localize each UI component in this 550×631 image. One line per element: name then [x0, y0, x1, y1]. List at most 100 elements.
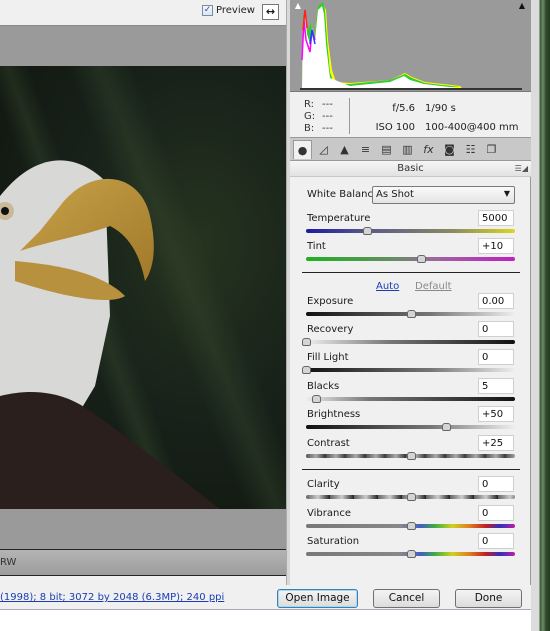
g-label: G:: [304, 111, 316, 122]
temperature-slider[interactable]: [306, 229, 515, 233]
auto-link[interactable]: Auto: [376, 281, 399, 292]
b-label: B:: [304, 123, 315, 134]
tab-presets[interactable]: ☷: [461, 140, 480, 159]
status-text: RW: [0, 557, 17, 568]
tab-lens-corrections[interactable]: ▥: [398, 140, 417, 159]
fill-light-label: Fill Light: [307, 352, 349, 363]
g-value: ---: [322, 111, 333, 122]
brightness-slider-thumb[interactable]: [442, 423, 452, 431]
saturation-label: Saturation: [307, 536, 360, 547]
shutter-speed: 1/90 s: [425, 103, 456, 114]
chevron-down-icon: ▼: [503, 189, 510, 198]
tint-value-field[interactable]: +10: [478, 238, 514, 254]
detail-icon: ▲: [340, 143, 349, 156]
tab-effects[interactable]: fx: [419, 140, 438, 159]
default-link[interactable]: Default: [415, 281, 452, 292]
clarity-value-field[interactable]: 0: [478, 476, 514, 492]
aperture: f/5.6: [392, 103, 415, 114]
preview-toggle[interactable]: ✓ Preview: [202, 5, 255, 16]
split-toning-icon: ▤: [381, 143, 392, 156]
tint-slider-thumb[interactable]: [416, 255, 426, 263]
eagle-photo: [0, 66, 286, 509]
rgb-readout: R: --- G: --- B: ---: [304, 99, 333, 135]
tab-basic[interactable]: ●: [293, 140, 312, 159]
adjustment-tabs: ● ◿ ▲ ≡ ▤ ▥ fx ◙ ☷ ❐: [290, 137, 531, 161]
fill-light-slider-thumb[interactable]: [302, 366, 311, 374]
recovery-slider-thumb[interactable]: [302, 338, 311, 346]
tab-camera-calibration[interactable]: ◙: [440, 140, 459, 159]
saturation-slider-thumb[interactable]: [406, 550, 416, 558]
brightness-label: Brightness: [307, 409, 361, 420]
exposure-value-field[interactable]: 0.00: [478, 293, 514, 309]
eagle-image: [0, 66, 286, 509]
saturation-value-field[interactable]: 0: [478, 533, 514, 549]
vibrance-value-field[interactable]: 0: [478, 505, 514, 521]
histogram: [290, 0, 531, 92]
workflow-options-link[interactable]: (1998); 8 bit; 3072 by 2048 (6.3MP); 240…: [0, 592, 224, 603]
histogram-baseline: [300, 88, 522, 90]
recovery-slider[interactable]: [306, 340, 515, 344]
done-button[interactable]: Done: [455, 589, 522, 608]
tint-slider[interactable]: [306, 257, 515, 261]
separator: [302, 272, 520, 273]
temperature-label: Temperature: [307, 213, 371, 224]
white-balance-value: As Shot: [376, 189, 414, 200]
vibrance-slider-thumb[interactable]: [406, 522, 416, 530]
temperature-value-field[interactable]: 5000: [478, 210, 514, 226]
white-balance-select[interactable]: As Shot ▼: [372, 186, 515, 204]
blacks-slider-thumb[interactable]: [312, 395, 322, 403]
clarity-slider-thumb[interactable]: [406, 493, 416, 501]
tab-snapshots[interactable]: ❐: [482, 140, 501, 159]
open-image-button[interactable]: Open Image: [277, 589, 358, 608]
lens-info: 100-400@400 mm: [425, 122, 519, 133]
contrast-label: Contrast: [307, 438, 350, 449]
b-value: ---: [322, 123, 333, 134]
shadow-clipping-warning-icon[interactable]: ▲: [293, 1, 303, 10]
basic-icon: ●: [297, 143, 308, 157]
lens-corrections-icon: ▥: [402, 143, 413, 156]
contrast-slider-thumb[interactable]: [406, 452, 416, 460]
separator: [302, 469, 520, 470]
vibrance-label: Vibrance: [307, 508, 351, 519]
exposure-label: Exposure: [307, 296, 354, 307]
brightness-slider[interactable]: [306, 425, 515, 429]
exif-readout: f/5.6 1/90 s ISO 100 100-400@400 mm: [373, 99, 519, 137]
temperature-slider-thumb[interactable]: [362, 227, 372, 235]
preview-checkbox[interactable]: ✓: [202, 5, 213, 16]
fill-light-value-field[interactable]: 0: [478, 349, 514, 365]
readout-separator: [349, 98, 350, 134]
fill-light-slider[interactable]: [306, 368, 515, 372]
fullscreen-toggle-icon[interactable]: ↔: [262, 4, 279, 20]
tab-hsl[interactable]: ≡: [356, 140, 375, 159]
highlight-clipping-warning-icon[interactable]: ▲: [517, 1, 527, 10]
taskbar-strip: [0, 609, 531, 631]
preview-label: Preview: [216, 5, 255, 16]
panel-menu-icon[interactable]: ☰◢: [515, 164, 528, 173]
contrast-value-field[interactable]: +25: [478, 435, 514, 451]
tab-detail[interactable]: ▲: [335, 140, 354, 159]
snapshots-icon: ❐: [486, 143, 497, 156]
preview-status-bar: RW: [0, 549, 286, 576]
brightness-value-field[interactable]: +50: [478, 406, 514, 422]
iso: ISO 100: [375, 122, 415, 133]
recovery-label: Recovery: [307, 324, 354, 335]
clarity-label: Clarity: [307, 479, 340, 490]
tab-tone-curve[interactable]: ◿: [314, 140, 333, 159]
cancel-button[interactable]: Cancel: [373, 589, 440, 608]
r-label: R:: [304, 99, 315, 110]
image-preview-area: [0, 26, 286, 549]
exposure-slider-thumb[interactable]: [406, 310, 416, 318]
background-window-edge: [531, 0, 550, 631]
blacks-label: Blacks: [307, 381, 340, 392]
hsl-icon: ≡: [360, 143, 371, 156]
section-title: Basic: [290, 161, 531, 177]
tint-label: Tint: [307, 241, 326, 252]
histogram-graph: [301, 2, 462, 88]
camera-calibration-icon: ◙: [444, 143, 455, 156]
tab-split-toning[interactable]: ▤: [377, 140, 396, 159]
blacks-value-field[interactable]: 5: [478, 378, 514, 394]
r-value: ---: [322, 99, 333, 110]
blacks-slider[interactable]: [306, 397, 515, 401]
effects-icon: fx: [423, 143, 434, 156]
recovery-value-field[interactable]: 0: [478, 321, 514, 337]
